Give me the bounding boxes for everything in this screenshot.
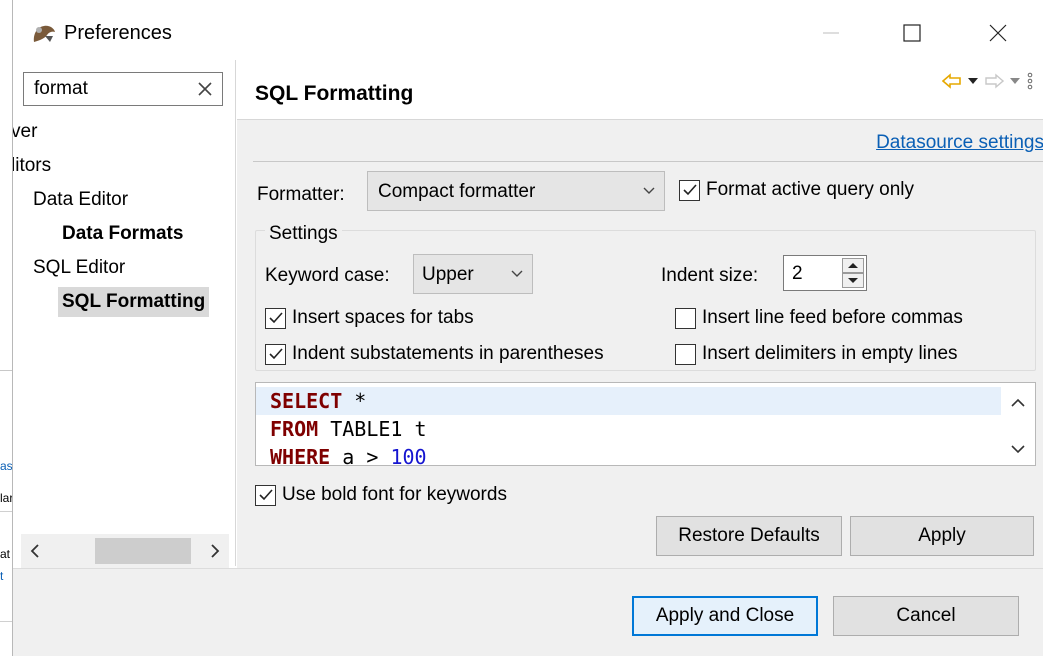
page-title: SQL Formatting: [255, 82, 414, 105]
separator: [253, 161, 1043, 162]
scroll-down-icon[interactable]: [1010, 441, 1026, 457]
tree-item-data-editor[interactable]: Data Editor: [33, 185, 128, 215]
checkmark-icon: [258, 489, 273, 501]
cancel-button[interactable]: Cancel: [833, 596, 1019, 636]
indent-size-spinner[interactable]: 2: [783, 255, 867, 291]
settings-legend: Settings: [265, 223, 342, 245]
format-active-only-label: Format active query only: [706, 179, 915, 200]
checkbox-box[interactable]: [675, 343, 696, 365]
preference-page: SQL Formatting Datasource settings Forma…: [237, 62, 1043, 568]
chevron-down-icon: [643, 187, 655, 194]
page-header: SQL Formatting: [237, 62, 1043, 120]
sql-keyword: SELECT: [270, 389, 343, 413]
line-feed-commas-label: Insert line feed before commas: [702, 307, 963, 328]
maximize-icon: [903, 24, 921, 42]
indent-substatements-checkbox[interactable]: Indent substatements in parentheses: [265, 343, 604, 365]
spin-down-icon: [848, 278, 858, 283]
formatter-label: Formatter:: [257, 184, 345, 205]
filter-input[interactable]: [24, 73, 194, 105]
indent-size-label: Indent size:: [661, 265, 759, 286]
title-bar: Preferences: [13, 0, 1043, 68]
back-arrow-icon[interactable]: [942, 73, 962, 89]
forward-dropdown-icon[interactable]: [1010, 77, 1020, 85]
tree-item-data-formats[interactable]: Data Formats: [62, 219, 183, 249]
filter-field: [23, 72, 223, 106]
apply-and-close-button[interactable]: Apply and Close: [632, 596, 818, 636]
minimize-icon: [823, 32, 839, 34]
keyword-case-label: Keyword case:: [265, 265, 390, 286]
tree-item-sql-editor[interactable]: SQL Editor: [33, 253, 125, 283]
checkbox-box[interactable]: [265, 343, 286, 365]
formatter-select[interactable]: Compact formatter: [367, 171, 665, 211]
preference-tree: ver litors Data Editor Data Formats SQL …: [13, 112, 231, 532]
bold-keywords-label: Use bold font for keywords: [282, 484, 507, 505]
delimiters-empty-label: Insert delimiters in empty lines: [702, 343, 958, 364]
dialog-footer: Apply and Close Cancel: [13, 568, 1043, 656]
preview-vertical-scrollbar[interactable]: [1001, 383, 1035, 465]
close-button[interactable]: [975, 10, 1021, 56]
page-navigation: [942, 72, 1034, 90]
sql-text: a >: [330, 445, 391, 466]
checkmark-icon: [682, 184, 697, 196]
app-icon: [30, 22, 58, 46]
sql-number: 100: [390, 445, 427, 466]
formatter-value: Compact formatter: [378, 181, 536, 202]
checkmark-icon: [268, 312, 283, 324]
scrollbar-thumb[interactable]: [95, 538, 191, 564]
insert-spaces-checkbox[interactable]: Insert spaces for tabs: [265, 307, 474, 329]
sql-keyword: WHERE: [270, 445, 331, 466]
window-title: Preferences: [64, 22, 172, 44]
maximize-button[interactable]: [889, 10, 935, 56]
tree-item-editors[interactable]: litors: [13, 151, 51, 181]
checkmark-icon: [268, 348, 283, 360]
scroll-up-icon[interactable]: [1010, 395, 1026, 411]
tree-item-driver[interactable]: ver: [13, 117, 37, 147]
delimiters-empty-checkbox[interactable]: Insert delimiters in empty lines: [675, 343, 958, 365]
keyword-case-value: Upper: [422, 264, 474, 285]
checkbox-box[interactable]: [265, 307, 286, 329]
spin-up-icon: [848, 263, 858, 268]
sql-preview-text: SELECT * FROM TABLE1 t WHERE a > 100: [270, 387, 427, 466]
preferences-dialog: Preferences ver litors Data Editor Data …: [12, 0, 1043, 656]
pane-divider[interactable]: [235, 60, 236, 566]
back-dropdown-icon[interactable]: [968, 77, 978, 85]
tree-item-sql-formatting[interactable]: SQL Formatting: [58, 287, 210, 317]
line-feed-commas-checkbox[interactable]: Insert line feed before commas: [675, 307, 963, 329]
checkbox-box[interactable]: [675, 307, 696, 329]
minimize-button[interactable]: [808, 10, 854, 56]
increment-button[interactable]: [842, 258, 864, 273]
keyword-case-select[interactable]: Upper: [413, 254, 533, 294]
restore-defaults-button[interactable]: Restore Defaults: [656, 516, 842, 556]
sql-text: *: [342, 389, 367, 413]
scroll-left-icon[interactable]: [25, 540, 45, 562]
tree-horizontal-scrollbar[interactable]: [21, 534, 229, 568]
checkbox-box[interactable]: [255, 484, 276, 506]
insert-spaces-label: Insert spaces for tabs: [292, 307, 474, 328]
datasource-settings-link[interactable]: Datasource settings: [876, 132, 1043, 154]
checkbox-box[interactable]: [679, 179, 700, 201]
indent-size-value: 2: [792, 263, 803, 284]
sql-preview[interactable]: SELECT * FROM TABLE1 t WHERE a > 100: [255, 382, 1036, 466]
sql-keyword: FROM: [270, 417, 319, 441]
bold-keywords-checkbox[interactable]: Use bold font for keywords: [255, 484, 507, 506]
scroll-right-icon[interactable]: [205, 540, 225, 562]
close-icon: [989, 24, 1007, 42]
decrement-button[interactable]: [842, 273, 864, 288]
format-active-only-checkbox[interactable]: Format active query only: [679, 179, 914, 201]
clear-filter-icon[interactable]: [194, 78, 216, 100]
apply-button[interactable]: Apply: [850, 516, 1034, 556]
view-menu-icon[interactable]: [1026, 72, 1034, 90]
chevron-down-icon: [511, 270, 523, 277]
sql-text: TABLE1 t: [318, 417, 427, 441]
indent-substatements-label: Indent substatements in parentheses: [292, 343, 604, 364]
forward-arrow-icon[interactable]: [984, 73, 1004, 89]
